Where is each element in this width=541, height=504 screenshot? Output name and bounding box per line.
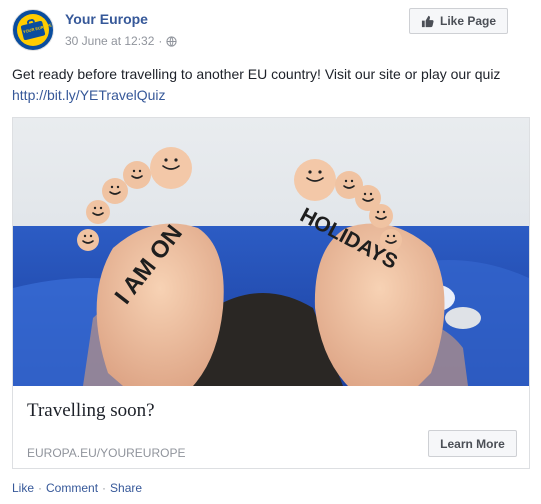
quiz-link[interactable]: http://bit.ly/YETravelQuiz <box>12 87 166 103</box>
card-domain: EUROPA.EU/YOUREUROPE <box>27 446 186 460</box>
page-name-link[interactable]: Your Europe <box>65 11 148 27</box>
link-preview-card[interactable]: I AM ON HOLIDAYS Travelling soon? EUROPA… <box>12 117 530 469</box>
card-image[interactable]: I AM ON HOLIDAYS <box>13 118 529 386</box>
page-avatar[interactable]: YOUR EUROPE <box>12 9 54 51</box>
share-action[interactable]: Share <box>110 481 142 495</box>
learn-more-button[interactable]: Learn More <box>428 430 517 457</box>
thumbs-up-icon <box>421 15 434 27</box>
post-text: Get ready before travelling to another E… <box>12 64 529 106</box>
feet-photo: I AM ON HOLIDAYS <box>13 118 529 386</box>
globe-icon[interactable] <box>166 35 178 47</box>
like-page-label: Like Page <box>439 14 497 28</box>
post-timestamp[interactable]: 30 June at 12:32 <box>65 34 154 48</box>
meta-separator: · <box>158 34 163 48</box>
post-actions: Like · Comment · Share <box>12 481 142 495</box>
comment-action[interactable]: Comment <box>46 481 98 495</box>
action-separator: · <box>38 481 43 495</box>
like-action[interactable]: Like <box>12 481 34 495</box>
post-meta: 30 June at 12:32 · <box>65 34 178 48</box>
post-body: Get ready before travelling to another E… <box>12 66 501 82</box>
like-page-button[interactable]: Like Page <box>409 8 508 34</box>
action-separator: · <box>102 481 107 495</box>
card-title[interactable]: Travelling soon? <box>27 400 155 422</box>
